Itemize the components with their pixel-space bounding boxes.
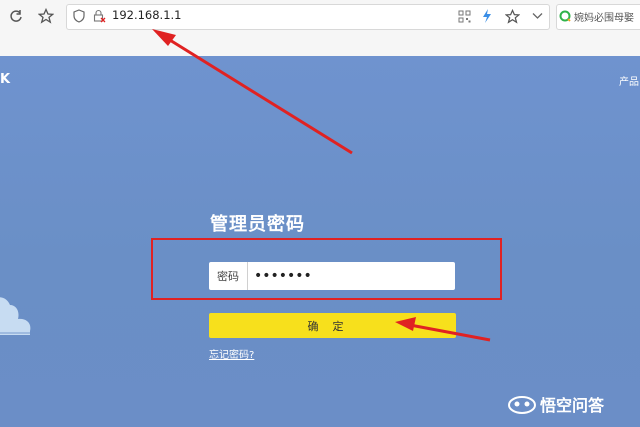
forgot-password-link[interactable]: 忘记密码? <box>209 346 254 361</box>
watermark: 悟空问答 <box>508 392 604 416</box>
annotation-highlight-box <box>151 238 502 300</box>
not-secure-icon[interactable] <box>92 8 106 24</box>
page-title: 管理员密码 <box>210 214 305 235</box>
watermark-logo-icon <box>508 396 536 414</box>
lightning-icon[interactable] <box>480 8 494 24</box>
shield-icon[interactable] <box>72 8 86 24</box>
refresh-icon[interactable] <box>6 6 26 26</box>
nav-link-products[interactable]: 产品 <box>619 73 639 88</box>
qr-icon[interactable] <box>456 8 472 24</box>
bookmark-star-icon[interactable] <box>503 7 521 25</box>
chevron-down-icon[interactable] <box>529 8 545 24</box>
brand-logo-fragment: K <box>0 72 11 87</box>
search-engine-icon[interactable] <box>558 8 572 24</box>
star-icon[interactable] <box>36 6 56 26</box>
browser-toolbar: 192.168.1.1 婉妈必围母娶 <box>0 0 640 57</box>
cloud-illustration <box>0 297 31 335</box>
watermark-text: 悟空问答 <box>540 396 605 415</box>
search-suggestion-text[interactable]: 婉妈必围母娶 <box>574 9 634 24</box>
url-text[interactable]: 192.168.1.1 <box>112 8 182 22</box>
confirm-button[interactable]: 确定 <box>209 313 456 338</box>
